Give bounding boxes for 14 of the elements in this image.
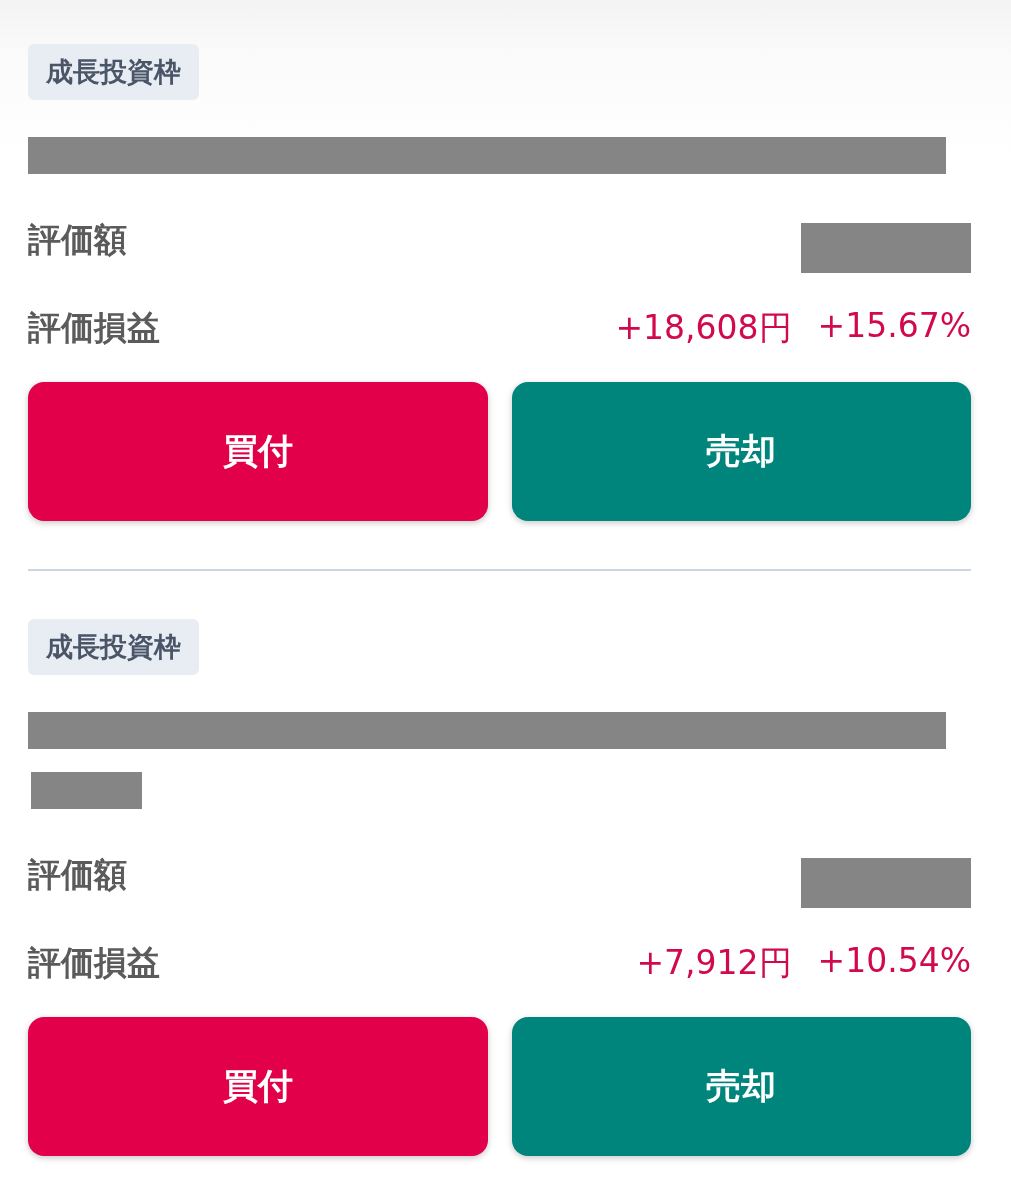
buy-button[interactable]: 買付 xyxy=(28,382,488,521)
valuation-label: 評価額 xyxy=(28,220,127,260)
profit-percent: +10.54% xyxy=(817,940,971,982)
buy-button[interactable]: 買付 xyxy=(28,1017,488,1156)
profit-loss-label: 評価損益 xyxy=(28,308,160,348)
category-tag: 成長投資枠 xyxy=(28,619,199,675)
sell-button[interactable]: 売却 xyxy=(511,1017,971,1156)
profit-percent: +15.67% xyxy=(817,305,971,347)
valuation-label: 評価額 xyxy=(28,855,127,895)
profit-amount: +7,912円 xyxy=(636,941,792,984)
profit-amount: +18,608円 xyxy=(615,306,792,349)
category-tag: 成長投資枠 xyxy=(28,44,199,100)
profit-loss-label: 評価損益 xyxy=(28,943,160,983)
sell-button[interactable]: 売却 xyxy=(511,382,971,521)
